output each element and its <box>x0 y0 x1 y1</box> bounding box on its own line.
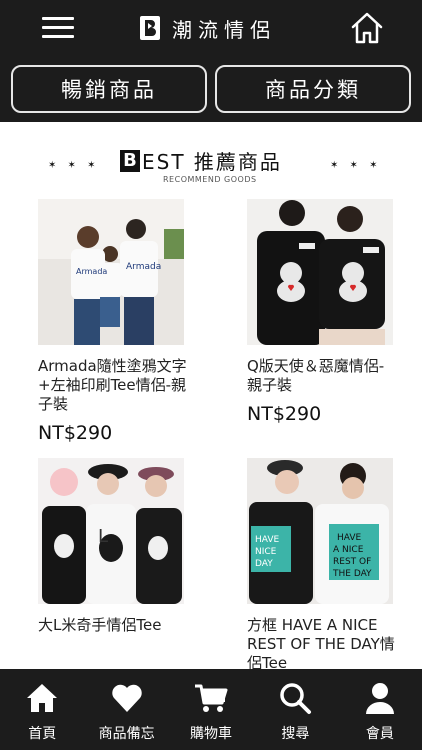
svg-text:HAVE: HAVE <box>255 535 280 545</box>
home-icon[interactable] <box>349 10 385 46</box>
section-title: B EST 推薦商品 <box>120 146 282 175</box>
nav-item-home[interactable]: 首頁 <box>0 669 84 750</box>
nav-label: 會員 <box>365 726 394 742</box>
svg-text:HAVE: HAVE <box>337 533 362 543</box>
svg-text:Armada: Armada <box>126 262 161 272</box>
decor-stars-right: ✶ ✶ ✶ <box>330 160 382 171</box>
product-name[interactable]: Q版天使＆惡魔情侶-親子裝 <box>247 357 397 395</box>
bottom-nav: 首頁 商品備忘 購物車 搜尋 會員 <box>0 669 422 750</box>
brand: 潮流情侶 <box>140 12 276 44</box>
product-card[interactable]: HAVE NICE DAY HAVE A NICE REST OF THE DA… <box>247 458 397 681</box>
nav-label: 搜尋 <box>281 726 310 742</box>
brand-logo-icon <box>140 16 160 40</box>
product-image[interactable]: HAVE NICE DAY HAVE A NICE REST OF THE DA… <box>247 458 393 604</box>
nav-item-wishlist[interactable]: 商品備忘 <box>84 669 168 750</box>
tab-best-sellers[interactable]: 暢銷商品 <box>11 65 207 113</box>
svg-text:L: L <box>98 526 108 547</box>
product-image[interactable]: Armada Armada <box>38 199 184 345</box>
product-name[interactable]: Armada隨性塗鴉文字+左袖印刷Tee情侶-親子裝 <box>38 357 188 414</box>
nav-item-cart[interactable]: 購物車 <box>169 669 253 750</box>
nav-item-search[interactable]: 搜尋 <box>253 669 337 750</box>
cart-icon <box>195 684 228 712</box>
section-title-text: EST 推薦商品 <box>142 150 282 174</box>
svg-text:DAY: DAY <box>255 559 273 569</box>
hamburger-menu-icon[interactable] <box>42 15 74 41</box>
user-icon <box>365 683 394 714</box>
decor-stars-left: ✶ ✶ ✶ <box>48 160 100 171</box>
title-logo-letter: B <box>120 149 140 172</box>
nav-label: 商品備忘 <box>98 726 155 742</box>
search-icon <box>280 683 312 714</box>
brand-name: 潮流情侶 <box>172 17 276 42</box>
nav-label: 購物車 <box>190 726 233 742</box>
heart-icon <box>111 684 142 712</box>
product-name[interactable]: 大L米奇手情侶Tee <box>38 616 188 635</box>
svg-text:REST OF: REST OF <box>333 557 371 567</box>
top-tabs: 暢銷商品 商品分類 <box>11 65 411 113</box>
section-subtitle: RECOMMEND GOODS <box>163 175 257 184</box>
product-image[interactable]: L <box>38 458 184 604</box>
product-name[interactable]: 方框 HAVE A NICE REST OF THE DAY情侶Tee <box>247 616 397 673</box>
svg-text:NICE: NICE <box>255 547 277 557</box>
tab-categories[interactable]: 商品分類 <box>215 65 411 113</box>
product-card[interactable]: Armada Armada Armada隨性塗鴉文字+左袖印刷Tee情侶-親子裝… <box>38 199 188 444</box>
nav-item-member[interactable]: 會員 <box>338 669 422 750</box>
product-price: NT$290 <box>247 403 322 425</box>
product-card[interactable]: Q版天使＆惡魔情侶-親子裝 NT$290 <box>247 199 397 425</box>
product-image[interactable] <box>247 199 393 345</box>
nav-label: 首頁 <box>28 726 57 742</box>
svg-text:A NICE: A NICE <box>333 545 364 555</box>
section-header: ✶ ✶ ✶ B EST 推薦商品 ✶ ✶ ✶ RECOMMEND GOODS <box>0 140 422 190</box>
svg-text:THE DAY: THE DAY <box>332 569 372 579</box>
svg-text:Armada: Armada <box>76 267 107 276</box>
home-icon <box>27 684 58 712</box>
app-header: 潮流情侶 暢銷商品 商品分類 <box>0 0 422 122</box>
product-card[interactable]: L 大L米奇手情侶Tee <box>38 458 188 643</box>
product-price: NT$290 <box>38 422 113 444</box>
